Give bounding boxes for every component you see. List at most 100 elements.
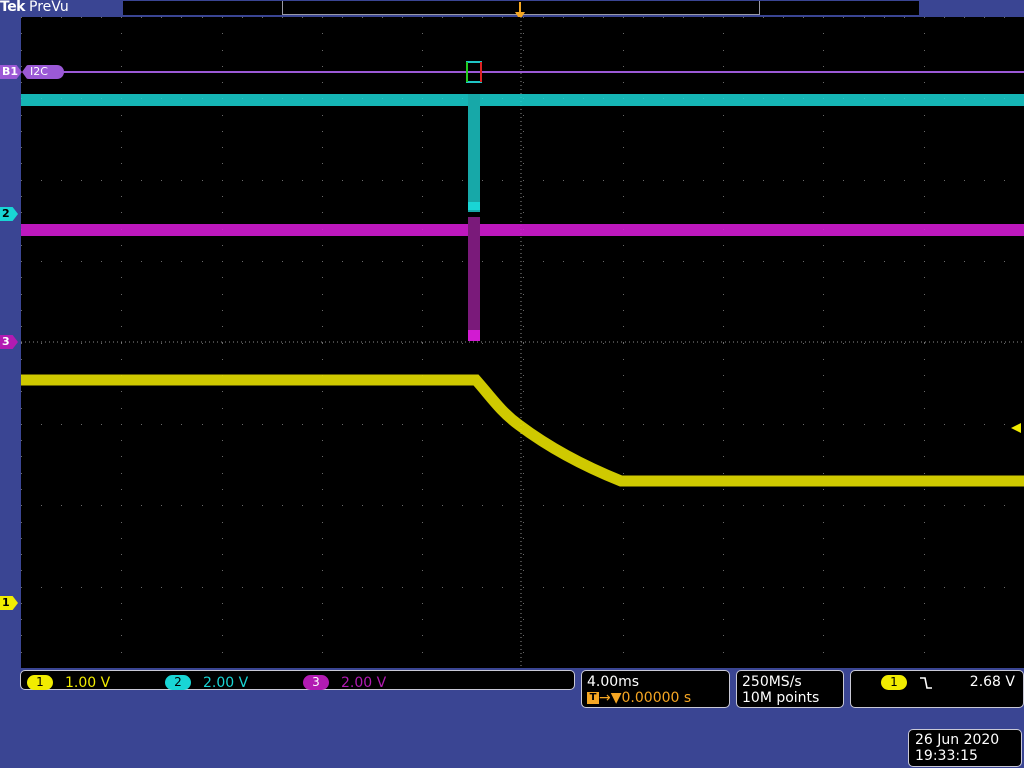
graticule-dot <box>984 261 985 262</box>
graticule-dot <box>121 163 122 164</box>
trigger-level-arrow-icon[interactable] <box>1011 423 1021 433</box>
graticule-dot <box>884 587 885 588</box>
graticule-dot <box>61 587 62 588</box>
graticule-dot <box>523 261 524 262</box>
graticule-dot <box>121 440 122 441</box>
graticule-dot <box>121 489 122 490</box>
graticule-dot <box>322 33 323 34</box>
ch3-trace-left <box>21 224 468 236</box>
graticule-dot <box>482 424 483 425</box>
graticule-dot <box>924 635 925 636</box>
graticule-dot <box>523 294 524 295</box>
graticule-dot <box>121 326 122 327</box>
graticule-dot <box>422 147 423 148</box>
graticule-dot <box>523 310 524 311</box>
graticule-dot <box>41 505 42 506</box>
graticule-dot <box>703 424 704 425</box>
graticule-dot <box>322 294 323 295</box>
graticule-dot <box>924 294 925 295</box>
graticule-dot <box>462 505 463 506</box>
graticule-dot <box>362 261 363 262</box>
trigger-panel[interactable]: 1 2.68 V <box>850 670 1024 708</box>
graticule-dot <box>543 587 544 588</box>
ch2-marker[interactable]: 2 <box>0 207 18 221</box>
graticule-dot <box>843 424 844 425</box>
graticule-dot <box>723 554 724 555</box>
graticule-dot <box>723 652 724 653</box>
ch2-readout[interactable]: 2 2.00 V <box>165 672 248 691</box>
graticule-dot <box>823 342 824 343</box>
graticule-dot <box>121 587 122 588</box>
graticule-dot <box>121 147 122 148</box>
graticule-dot <box>924 440 925 441</box>
graticule-dot <box>723 17 724 18</box>
graticule-dot <box>904 343 905 344</box>
graticule-dot <box>603 17 604 18</box>
graticule-dot <box>904 180 905 181</box>
graticule-dot <box>222 652 223 653</box>
graticule-dot <box>723 82 724 83</box>
graticule-dot <box>222 456 223 457</box>
graticule-dot <box>964 343 965 344</box>
graticule-dot <box>181 17 182 18</box>
graticule-dot <box>623 554 624 555</box>
acquisition-panel[interactable]: 250MS/s 10M points <box>736 670 844 708</box>
graticule-dot <box>563 424 564 425</box>
bus-b1-label[interactable]: I2C <box>22 65 64 79</box>
graticule-dot <box>141 343 142 344</box>
graticule-dot <box>924 522 925 523</box>
graticule-dot <box>502 17 503 18</box>
graticule-dot <box>322 538 323 539</box>
graticule-dot <box>121 603 122 604</box>
graticule-dot <box>643 261 644 262</box>
graticule-dot <box>523 538 524 539</box>
graticule-dot <box>823 33 824 34</box>
graticule-dot <box>362 17 363 18</box>
graticule-dot <box>482 17 483 18</box>
graticule-dot <box>823 115 824 116</box>
graticule-dot <box>222 522 223 523</box>
ch1-marker[interactable]: 1 <box>0 596 18 610</box>
ch1-readout[interactable]: 1 1.00 V <box>27 672 110 691</box>
graticule-dot <box>222 17 223 18</box>
bus-b1-marker[interactable]: B1 <box>0 65 22 79</box>
graticule-dot <box>442 17 443 18</box>
graticule-dot <box>823 391 824 392</box>
graticule-dot <box>823 343 824 344</box>
graticule-dot <box>222 635 223 636</box>
graticule-dot <box>21 50 22 51</box>
bus-b1-marker-label: B1 <box>2 65 19 78</box>
ch1-scale: 1.00 V <box>65 674 111 691</box>
graticule-dot <box>723 391 724 392</box>
graticule-dot <box>21 408 22 409</box>
graticule-dot <box>643 180 644 181</box>
graticule-dot <box>262 17 263 18</box>
graticule-dot <box>743 261 744 262</box>
graticule-dot <box>523 342 524 343</box>
graticule-dot <box>181 343 182 344</box>
graticule-dot <box>783 343 784 344</box>
graticule-dot <box>21 570 22 571</box>
graticule-dot <box>222 489 223 490</box>
graticule-dot <box>422 538 423 539</box>
graticule-dot <box>944 261 945 262</box>
graticule-dot <box>543 261 544 262</box>
graticule-dot <box>322 391 323 392</box>
graticule-dot <box>803 343 804 344</box>
ch3-readout[interactable]: 3 2.00 V <box>303 672 386 691</box>
graticule-dot <box>242 180 243 181</box>
graticule-dot <box>623 391 624 392</box>
graticule-dot <box>61 180 62 181</box>
waveform-display[interactable] <box>21 17 1024 668</box>
ch1-badge: 1 <box>27 675 53 690</box>
graticule-dot <box>302 180 303 181</box>
ch3-marker[interactable]: 3 <box>0 335 18 349</box>
graticule-dot <box>523 652 524 653</box>
graticule-dot <box>683 180 684 181</box>
timebase-panel[interactable]: 4.00ms T →▼0.00000 s <box>581 670 730 708</box>
graticule-dot <box>623 277 624 278</box>
graticule-dot <box>743 17 744 18</box>
channel-readout-panel[interactable]: 1 1.00 V 2 2.00 V 3 2.00 V <box>20 670 575 691</box>
graticule-dot <box>603 587 604 588</box>
graticule-dot <box>322 456 323 457</box>
